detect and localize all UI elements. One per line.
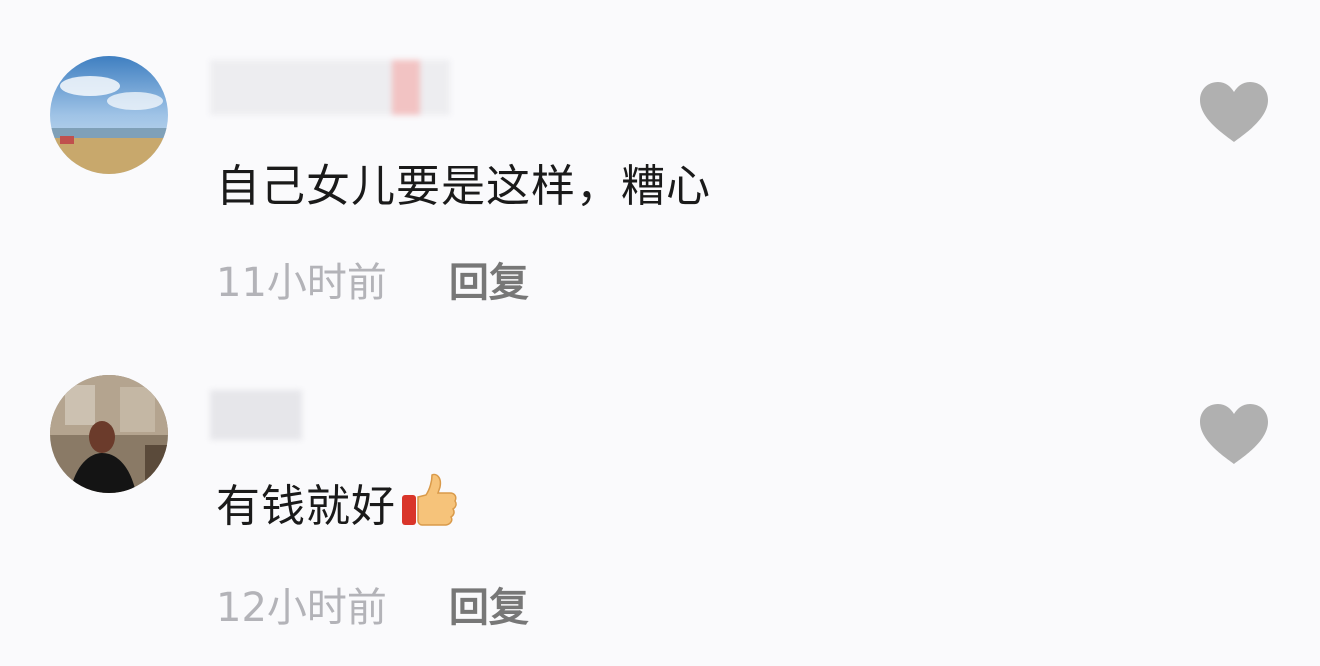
comment-text: 自己女儿要是这样，糟心: [216, 161, 711, 212]
reply-button[interactable]: 回复: [449, 585, 529, 631]
comment-time: 12小时前: [216, 585, 387, 631]
comment-item: 有钱就好 12小时前 回复: [0, 330, 1320, 666]
comment-item: 自己女儿要是这样，糟心 11小时前 回复: [0, 0, 1320, 330]
comment-text-content: 有钱就好: [216, 481, 396, 532]
username-blurred: [210, 60, 450, 119]
comment-meta: 12小时前 回复: [216, 575, 529, 633]
avatar[interactable]: [50, 375, 168, 493]
comment-time: 11小时前: [216, 260, 387, 306]
comment-text: 有钱就好: [216, 470, 458, 540]
avatar[interactable]: [50, 56, 168, 174]
thumbs-up-icon: [400, 471, 458, 540]
like-icon[interactable]: [1198, 402, 1270, 466]
like-icon[interactable]: [1198, 80, 1270, 144]
username-blurred: [210, 390, 302, 444]
reply-button[interactable]: 回复: [449, 260, 529, 306]
comment-meta: 11小时前 回复: [216, 250, 529, 308]
